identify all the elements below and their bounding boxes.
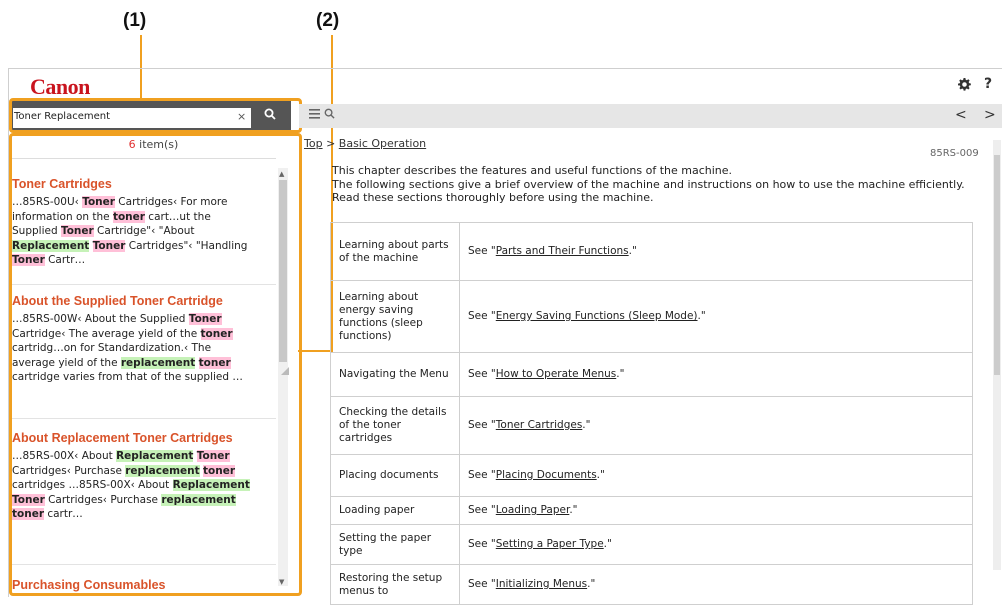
table-cell-task: Learning about parts of the machine	[330, 222, 460, 281]
see-prefix: See "	[468, 504, 496, 516]
content-scrollbar-thumb[interactable]	[994, 155, 1000, 375]
see-prefix: See "	[468, 245, 496, 257]
content-toolbar	[299, 104, 1002, 128]
see-prefix: See "	[468, 368, 496, 380]
table-row: Navigating the Menu See "How to Operate …	[330, 352, 973, 397]
see-suffix: ."	[587, 578, 596, 590]
document-id: 85RS-009	[930, 148, 979, 159]
link-loading-paper[interactable]: Loading Paper	[496, 504, 570, 516]
previous-page-button[interactable]: <	[955, 107, 967, 123]
table-row: Setting the paper type See "Setting a Pa…	[330, 524, 973, 565]
table-cell-link: See "Toner Cartridges."	[459, 396, 973, 455]
see-suffix: ."	[582, 419, 591, 431]
overview-table: Learning about parts of the machine See …	[330, 222, 973, 605]
table-row: Checking the details of the toner cartri…	[330, 396, 973, 455]
table-row: Learning about energy saving functions (…	[330, 280, 973, 353]
link-energy-saving[interactable]: Energy Saving Functions (Sleep Mode)	[496, 310, 698, 322]
table-cell-task: Restoring the setup menus to	[330, 564, 460, 605]
list-icon[interactable]	[309, 108, 320, 123]
table-cell-link: See "Parts and Their Functions."	[459, 222, 973, 281]
search-highlight-frame	[9, 98, 302, 133]
table-cell-task: Placing documents	[330, 454, 460, 497]
intro-text: This chapter describes the features and …	[332, 164, 982, 205]
table-cell-link: See "How to Operate Menus."	[459, 352, 973, 397]
link-operate-menus[interactable]: How to Operate Menus	[496, 368, 616, 380]
table-cell-link: See "Setting a Paper Type."	[459, 524, 973, 565]
see-suffix: ."	[569, 504, 578, 516]
intro-line-2: The following sections give a brief over…	[332, 177, 965, 205]
table-cell-link: See "Placing Documents."	[459, 454, 973, 497]
table-cell-task: Learning about energy saving functions (…	[330, 280, 460, 353]
see-suffix: ."	[628, 245, 637, 257]
table-row: Learning about parts of the machine See …	[330, 222, 973, 281]
help-icon[interactable]: ?	[984, 76, 992, 92]
results-highlight-frame	[9, 133, 302, 596]
breadcrumb-separator: >	[326, 137, 336, 150]
see-suffix: ."	[697, 310, 706, 322]
link-paper-type[interactable]: Setting a Paper Type	[496, 538, 604, 550]
see-prefix: See "	[468, 310, 496, 322]
see-prefix: See "	[468, 578, 496, 590]
canon-logo: Canon	[30, 74, 90, 99]
see-suffix: ."	[603, 538, 612, 550]
search-icon[interactable]	[324, 108, 335, 122]
breadcrumb-current-link[interactable]: Basic Operation	[339, 137, 426, 150]
table-cell-link: See "Loading Paper."	[459, 496, 973, 525]
link-placing-documents[interactable]: Placing Documents	[496, 469, 597, 481]
breadcrumb-top-link[interactable]: Top	[304, 137, 323, 150]
link-parts-and-functions[interactable]: Parts and Their Functions	[496, 245, 629, 257]
see-prefix: See "	[468, 419, 496, 431]
table-cell-task: Loading paper	[330, 496, 460, 525]
see-suffix: ."	[616, 368, 625, 380]
link-initializing-menus[interactable]: Initializing Menus	[496, 578, 587, 590]
callout-1: (1)	[123, 10, 147, 31]
see-prefix: See "	[468, 538, 496, 550]
table-cell-link: See "Energy Saving Functions (Sleep Mode…	[459, 280, 973, 353]
see-suffix: ."	[596, 469, 605, 481]
table-row: Restoring the setup menus to See "Initia…	[330, 564, 973, 605]
link-toner-cartridges[interactable]: Toner Cartridges	[496, 419, 583, 431]
table-cell-task: Checking the details of the toner cartri…	[330, 396, 460, 455]
table-row: Placing documents See "Placing Documents…	[330, 454, 973, 497]
see-prefix: See "	[468, 469, 496, 481]
intro-line-1: This chapter describes the features and …	[332, 164, 733, 177]
breadcrumb: Top > Basic Operation	[304, 137, 426, 150]
table-cell-task: Navigating the Menu	[330, 352, 460, 397]
table-cell-link: See "Initializing Menus."	[459, 564, 973, 605]
next-page-button[interactable]: >	[984, 107, 996, 123]
gear-icon[interactable]	[958, 78, 971, 95]
callout-2: (2)	[316, 10, 340, 31]
table-cell-task: Setting the paper type	[330, 524, 460, 565]
table-row: Loading paper See "Loading Paper."	[330, 496, 973, 525]
